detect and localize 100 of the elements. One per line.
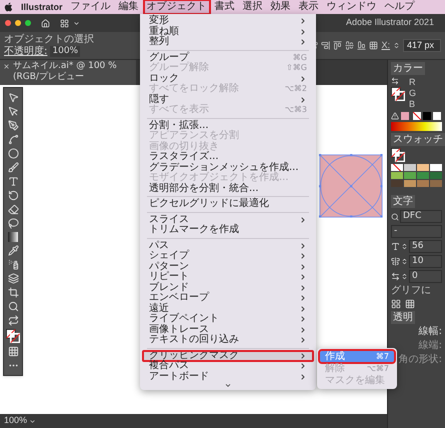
stepper-icon[interactable] (401, 257, 408, 266)
color-swatch[interactable] (430, 180, 442, 187)
menu-item[interactable]: ライブペイント (143, 314, 313, 324)
menu-bar-item[interactable]: ファイル (68, 1, 113, 13)
menu-item[interactable]: 重ね順 (143, 26, 313, 37)
color-swatch[interactable] (430, 164, 442, 171)
color-swatch[interactable] (417, 180, 429, 187)
opacity-label[interactable]: 不透明度: (4, 46, 48, 58)
reference-point-icon[interactable] (369, 41, 378, 50)
menu-item[interactable]: トリムマークを作成 (143, 225, 313, 236)
color-swatch[interactable] (391, 180, 403, 187)
zoom-field[interactable]: 100% (4, 414, 28, 428)
opacity-field[interactable]: 100% (50, 46, 80, 57)
fill-stroke-icon[interactable] (6, 329, 20, 343)
glyph-icon[interactable] (405, 299, 415, 309)
workspace-icon[interactable] (60, 18, 69, 28)
ellipse-icon[interactable] (8, 148, 18, 159)
pen-icon[interactable] (8, 120, 18, 131)
close-icon[interactable] (3, 63, 10, 70)
menu-item[interactable]: シェイプ (143, 251, 313, 262)
menu-bar-item[interactable]: 編集 (116, 1, 141, 13)
x-field[interactable]: 417 px (403, 39, 441, 52)
panel-tab[interactable]: カラー (391, 62, 425, 75)
font-field[interactable]: DFC (400, 210, 442, 223)
document-tab[interactable]: サムネイル.ai* @ 100 % (RGB/プレビュー (0, 60, 136, 85)
menu-bar-item[interactable]: オブジェクト (144, 1, 209, 13)
align-icon[interactable] (333, 41, 342, 50)
color-swatch[interactable] (404, 172, 416, 179)
menu-item[interactable]: ラスタライズ... (143, 152, 313, 162)
fill-stroke-icon[interactable] (391, 87, 405, 101)
menu-bar-item[interactable]: 書式 (212, 1, 237, 13)
direct-selection-arrow-icon[interactable] (8, 106, 18, 117)
color-swatch[interactable] (417, 172, 429, 179)
curve-pen-icon[interactable] (8, 134, 18, 145)
input-field[interactable]: 0 (409, 270, 442, 283)
selection-arrow-icon[interactable] (8, 92, 18, 103)
stepper-icon[interactable] (401, 242, 408, 251)
layers-icon[interactable] (8, 273, 18, 284)
glyph-icon[interactable] (391, 299, 401, 309)
panel-tab[interactable]: 文字 (391, 195, 415, 208)
default-stroke-swatch[interactable] (433, 112, 441, 120)
menu-bar-item[interactable]: 表示 (296, 1, 321, 13)
zoom-icon[interactable] (8, 301, 18, 312)
color-swatch[interactable] (430, 172, 442, 179)
swap-icon[interactable] (391, 77, 399, 85)
align-icon[interactable] (345, 41, 354, 50)
zoom-button[interactable] (25, 20, 31, 26)
stepper-icon[interactable] (393, 41, 400, 50)
align-icon[interactable] (357, 41, 366, 50)
home-icon[interactable] (41, 18, 50, 28)
menu-item[interactable]: リピート (143, 272, 313, 282)
menu-item[interactable]: アートボード (143, 372, 313, 382)
lasso-icon[interactable] (8, 218, 18, 229)
menu-item[interactable]: 整列 (143, 37, 313, 48)
chevron-down-icon[interactable] (29, 418, 36, 424)
default-fill-swatch[interactable] (423, 112, 431, 120)
color-spectrum[interactable] (391, 122, 442, 131)
menu-bar-item[interactable]: 効果 (268, 1, 293, 13)
menu-item[interactable]: パス (143, 240, 313, 251)
font-style-field[interactable]: - (391, 225, 442, 238)
menu-item[interactable]: エンベロープ (143, 293, 313, 304)
menu-item[interactable]: 透明部分を分割・統合... (143, 184, 313, 194)
menu-item[interactable]: パターン (143, 262, 313, 272)
menu-item[interactable]: 分割・拡張... (143, 120, 313, 131)
menu-item[interactable]: テキストの回り込み (143, 335, 313, 346)
chevron-down-icon[interactable] (73, 20, 80, 26)
input-field[interactable]: 10 (409, 255, 442, 268)
grid-icon[interactable] (8, 346, 18, 357)
eyedropper-icon[interactable] (8, 245, 18, 256)
menu-item[interactable]: 遠近 (143, 304, 313, 314)
panel-tab[interactable]: 透明 (391, 311, 415, 324)
menu-bar-item[interactable]: Illustrator (19, 1, 65, 13)
panel-tab[interactable]: スウォッチ (391, 133, 445, 146)
menu-item[interactable]: ロック (143, 74, 313, 84)
menu-item[interactable]: ブレンド (143, 282, 313, 293)
menu-item[interactable]: ピクセルグリッドに最適化 (143, 199, 313, 210)
menu-item[interactable]: スライス (143, 214, 313, 225)
swap-icon[interactable] (8, 315, 18, 326)
close-button[interactable] (5, 20, 11, 26)
brush-icon[interactable] (8, 162, 18, 173)
fill-stroke-icon[interactable] (391, 148, 405, 162)
menu-item[interactable]: 変形 (143, 16, 313, 26)
crop-icon[interactable] (8, 287, 18, 298)
menu-item[interactable]: グラデーションメッシュを作成... (143, 162, 313, 173)
color-swatch[interactable] (417, 164, 429, 171)
menu-item[interactable]: 複合パス (143, 361, 313, 372)
menu-bar-item[interactable]: ヘルプ (382, 1, 417, 13)
none-swatch[interactable] (413, 112, 421, 120)
menu-item[interactable]: 画像トレース (143, 324, 313, 335)
selection-bounds-drawing[interactable] (319, 154, 383, 218)
minimize-button[interactable] (15, 20, 21, 26)
color-swatch[interactable] (391, 172, 403, 179)
none-swatch[interactable] (391, 164, 403, 171)
input-field[interactable]: 56 (409, 240, 442, 253)
type-icon[interactable] (8, 176, 18, 187)
eraser-icon[interactable] (8, 204, 18, 215)
registration-swatch[interactable] (404, 164, 416, 171)
align-icon[interactable] (321, 41, 330, 50)
menu-item[interactable]: 隠す (143, 94, 313, 105)
apple-icon[interactable] (4, 2, 13, 12)
